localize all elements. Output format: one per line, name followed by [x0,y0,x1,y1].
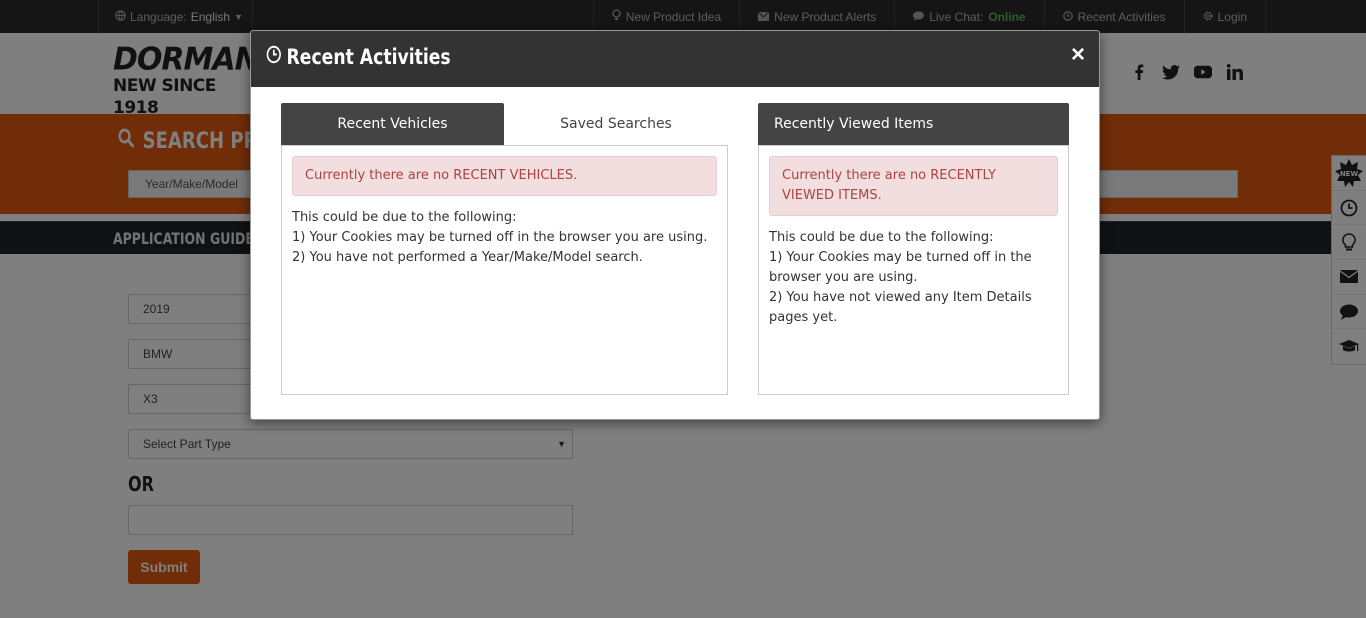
modal-title: Recent Activities [266,45,451,69]
tab-saved-searches[interactable]: Saved Searches [504,103,728,145]
recently-viewed-title: Recently Viewed Items [758,103,1069,145]
recent-activities-modal: Recent Activities × Recent Vehicles Save… [250,30,1100,420]
explanation-line: This could be due to the following: [769,230,994,245]
modal-title-text: Recent Activities [286,45,451,69]
vehicles-explanation: This could be due to the following: 1) Y… [292,208,717,268]
recently-viewed-body: Currently there are no RECENTLY VIEWED I… [758,145,1069,395]
explanation-line: 2) You have not performed a Year/Make/Mo… [292,250,643,265]
no-viewed-items-alert: Currently there are no RECENTLY VIEWED I… [769,156,1058,216]
modal-header: Recent Activities × [251,31,1099,87]
viewed-explanation: This could be due to the following: 1) Y… [769,228,1058,328]
explanation-line: This could be due to the following: [292,210,517,225]
clock-icon [266,45,282,69]
recent-vehicles-panel: Recent Vehicles Saved Searches Currently… [281,103,728,395]
panel-tabs: Recent Vehicles Saved Searches [281,103,728,145]
recently-viewed-panel: Recently Viewed Items Currently there ar… [758,103,1069,395]
recent-vehicles-body: Currently there are no RECENT VEHICLES. … [281,145,728,395]
explanation-line: 1) Your Cookies may be turned off in the… [769,250,1032,285]
close-icon[interactable]: × [1071,43,1085,67]
explanation-line: 2) You have not viewed any Item Details … [769,290,1032,325]
tab-recent-vehicles[interactable]: Recent Vehicles [281,103,504,145]
explanation-line: 1) Your Cookies may be turned off in the… [292,230,708,245]
no-vehicles-alert: Currently there are no RECENT VEHICLES. [292,156,717,196]
